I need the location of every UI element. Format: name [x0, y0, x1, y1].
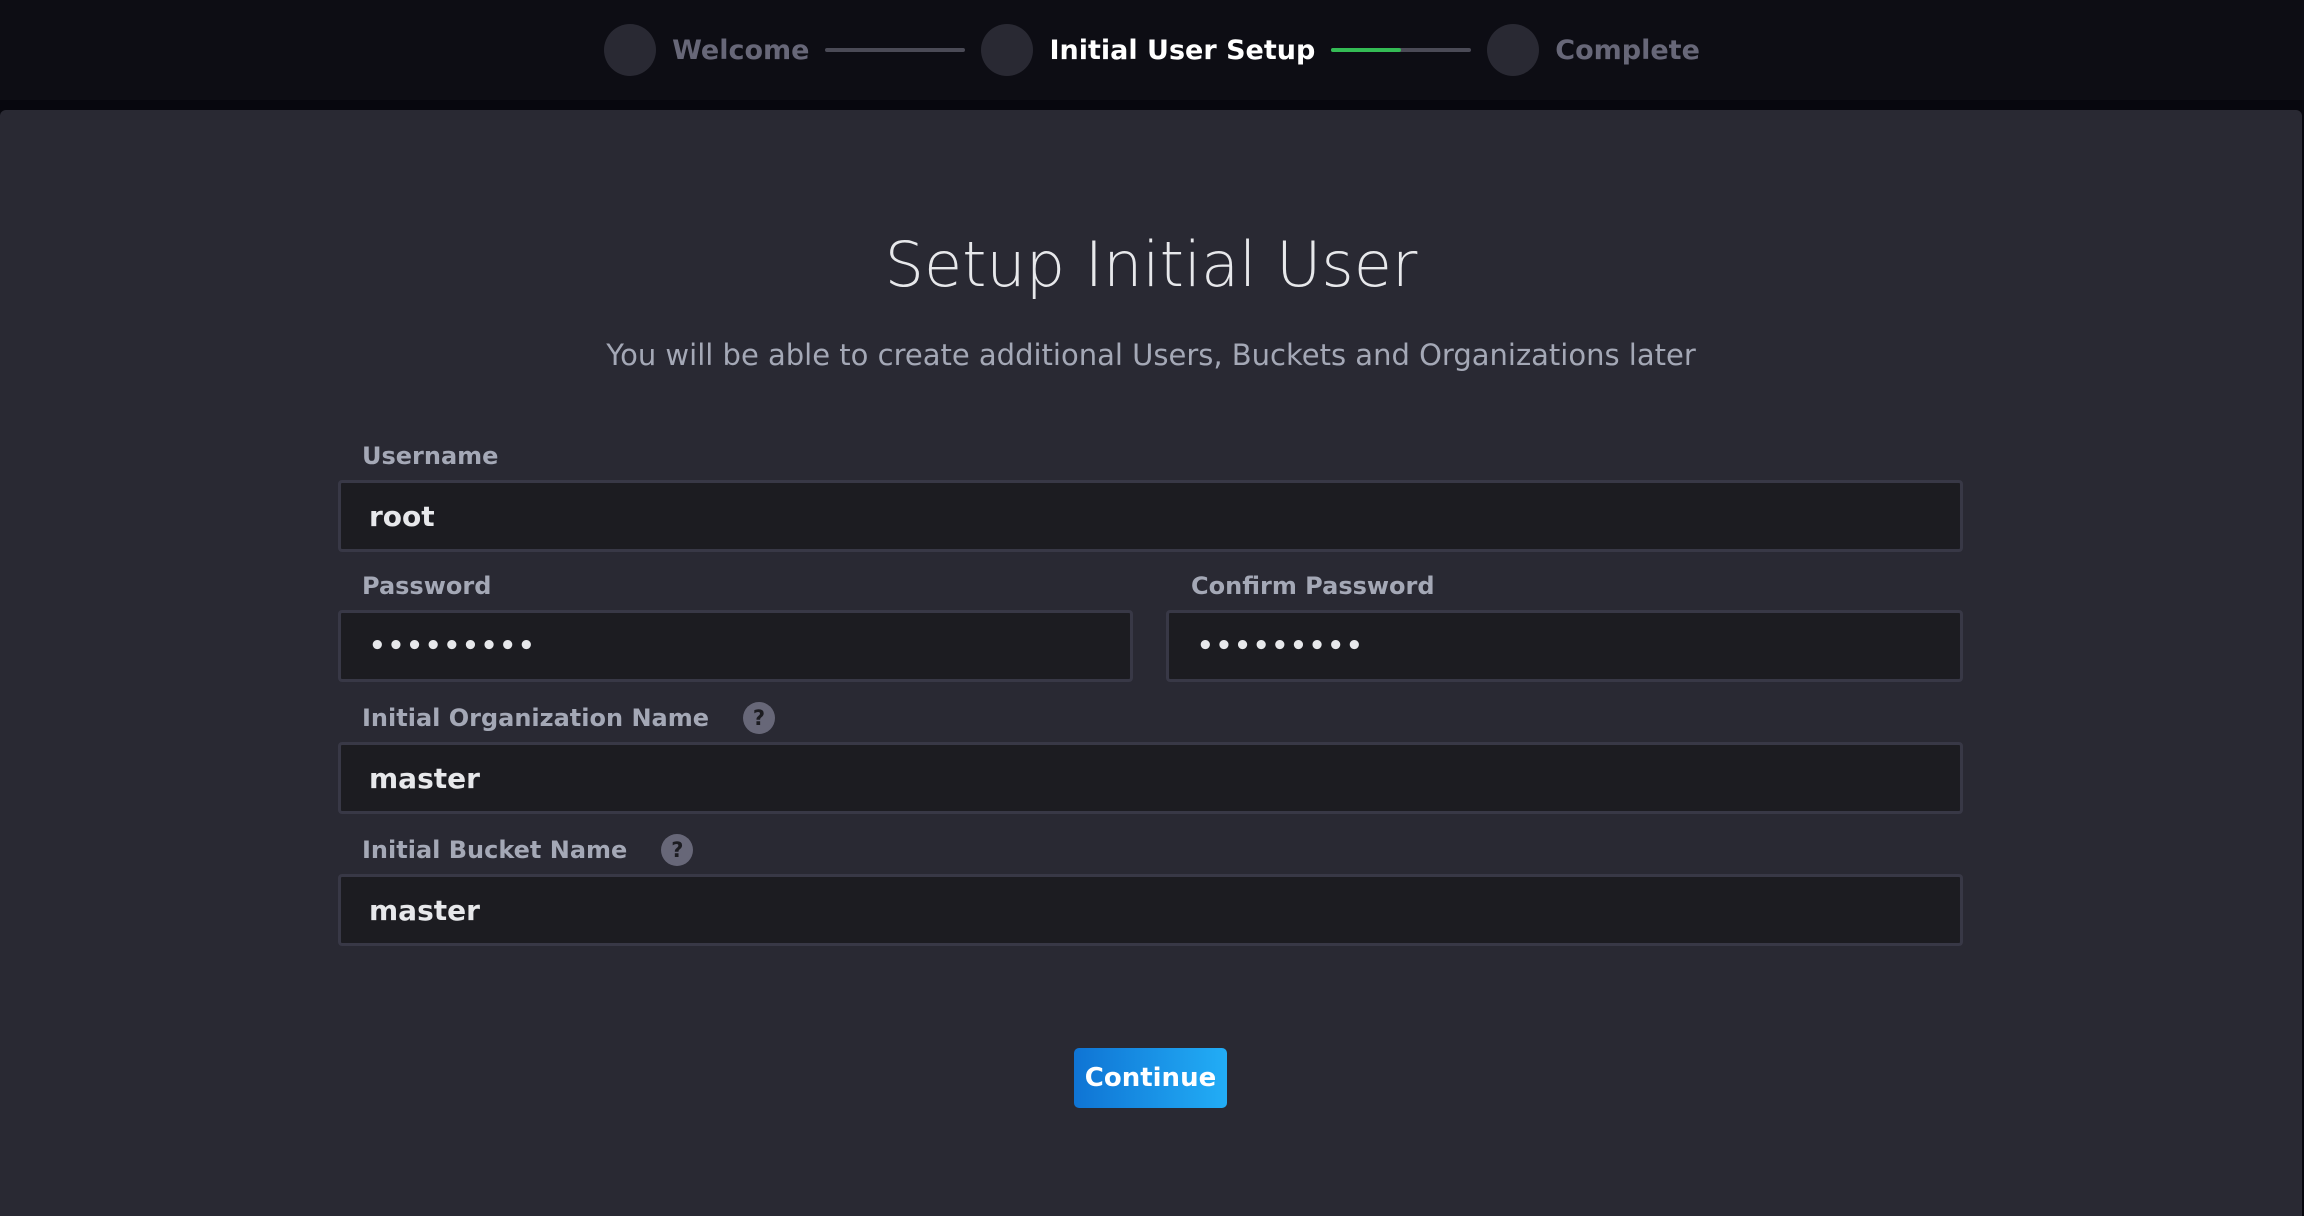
username-label: Username: [362, 442, 499, 470]
org-name-label-row: Initial Organization Name ?: [362, 698, 776, 738]
step-welcome-label: Welcome: [672, 34, 810, 66]
bucket-name-label: Initial Bucket Name: [362, 836, 628, 864]
page-subtitle: You will be able to create additional Us…: [606, 338, 1696, 372]
step-welcome-dot: [604, 24, 657, 76]
step-initial-user-setup-label: Initial User Setup: [1049, 34, 1316, 66]
step-initial-user-setup-dot: [981, 24, 1034, 76]
password-input[interactable]: •••••••••: [338, 610, 1133, 682]
step-complete: Complete: [1487, 24, 1700, 76]
confirm-password-label-row: Confirm Password: [1191, 566, 1435, 606]
confirm-password-input[interactable]: •••••••••: [1166, 610, 1963, 682]
bucket-name-label-row: Initial Bucket Name ?: [362, 830, 694, 870]
step-welcome: Welcome: [604, 24, 809, 76]
username-input[interactable]: root: [338, 480, 1963, 552]
step-connector-2: [1331, 48, 1472, 52]
page-title: Setup Initial User: [884, 228, 1418, 301]
step-initial-user-setup: Initial User Setup: [981, 24, 1315, 76]
org-name-input[interactable]: master: [338, 742, 1963, 814]
step-connector-1: [825, 48, 966, 52]
setup-panel: Setup Initial User You will be able to c…: [0, 110, 2302, 1216]
password-label-row: Password: [362, 566, 491, 606]
step-complete-dot: [1487, 24, 1540, 76]
password-label: Password: [362, 572, 492, 600]
username-label-row: Username: [362, 436, 498, 476]
continue-button[interactable]: Continue: [1074, 1048, 1227, 1108]
question-circle-icon[interactable]: ?: [743, 702, 776, 734]
step-progress-fill: [1331, 48, 1402, 52]
bucket-name-input[interactable]: master: [338, 874, 1963, 946]
step-complete-label: Complete: [1555, 34, 1700, 66]
org-name-label: Initial Organization Name: [362, 704, 710, 732]
question-circle-icon[interactable]: ?: [661, 834, 694, 866]
confirm-password-label: Confirm Password: [1191, 572, 1435, 600]
setup-stepper: Welcome Initial User Setup Complete: [0, 0, 2304, 100]
